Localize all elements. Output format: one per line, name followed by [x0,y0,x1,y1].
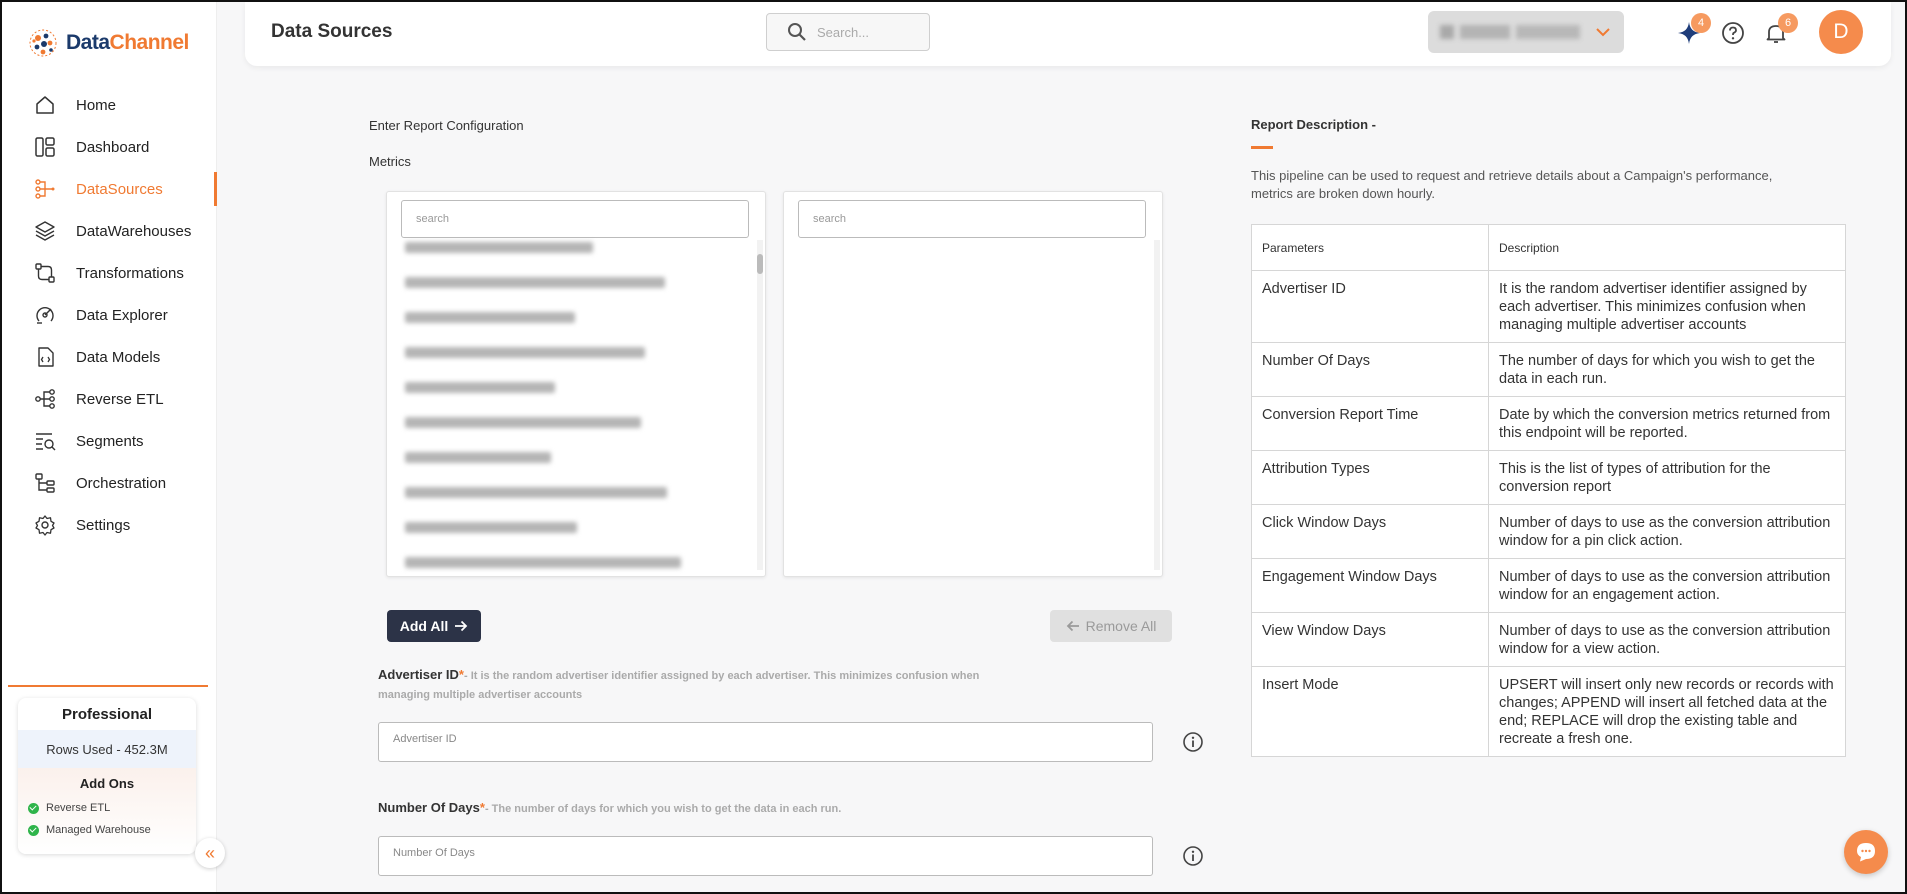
add-all-button[interactable]: Add All [387,610,481,642]
title-underline [1251,146,1273,149]
reverse-etl-icon [34,388,56,410]
home-icon [34,94,56,116]
search-input[interactable]: Search... [766,13,930,51]
available-metrics-list[interactable]: search [386,191,766,577]
logo-icon [29,29,57,57]
sidebar-item-data-models[interactable]: Data Models [2,336,217,378]
avatar[interactable]: D [1819,10,1863,54]
table-row: Number Of Days The number of days for whi… [1251,342,1846,397]
ai-sparkle-button[interactable]: 4 [1676,13,1711,46]
table-row: Click Window Days Number of days to use a… [1251,504,1846,559]
datasources-icon [34,178,56,200]
report-description-text: This pipeline can be used to request and… [1251,168,1773,201]
sidebar-item-dashboard[interactable]: Dashboard [2,126,217,168]
model-icon [34,346,56,368]
collapse-sidebar-button[interactable]: « [195,838,225,868]
check-circle-icon [28,802,39,814]
search-placeholder: Search... [817,24,870,40]
table-header-row: Parameters Description [1251,224,1846,271]
chat-icon [1857,843,1875,862]
chat-support-button[interactable] [1844,830,1888,874]
addon-item: Managed Warehouse [18,819,196,841]
chevron-down-icon [1596,28,1610,37]
sparkle-badge: 4 [1691,13,1711,33]
remove-all-button[interactable]: Remove All [1050,610,1172,642]
available-metrics-search[interactable]: search [401,200,749,238]
metrics-options-redacted [405,240,685,568]
scrollbar-thumb[interactable] [757,254,763,274]
sidebar-item-transformations[interactable]: Transformations [2,252,217,294]
selected-metrics-list[interactable]: search [783,191,1163,577]
scrollbar-track[interactable] [757,240,763,570]
sidebar-item-reverse-etl[interactable]: Reverse ETL [2,378,217,420]
column-header: Description [1488,224,1846,271]
account-select[interactable] [1428,11,1624,53]
advertiser-id-input[interactable]: Advertiser ID [378,722,1153,762]
gear-icon [34,514,56,536]
page-title: Data Sources [271,21,393,42]
check-circle-icon [28,824,39,836]
table-row: View Window Days Number of days to use as… [1251,612,1846,667]
table-row: Engagement Window Days Number of days to … [1251,558,1846,613]
number-of-days-input[interactable]: Number Of Days [378,836,1153,876]
parameters-table: Parameters Description Advertiser ID It i… [1251,224,1846,757]
brand-name: DataChannel [66,31,189,54]
plan-card: Professional Rows Used - 452.3M Add Ons … [18,698,196,854]
number-of-days-label: Number Of Days*- The number of days for … [378,800,842,815]
info-icon[interactable] [1182,731,1204,753]
notification-badge: 6 [1778,13,1798,33]
segments-icon [34,430,56,452]
sidebar: DataChannel Home Dashboard DataSources D… [2,2,217,892]
addons-title: Add Ons [79,776,135,791]
account-name-redacted [1440,25,1580,39]
sidebar-nav: Home Dashboard DataSources DataWarehouse… [2,84,217,546]
scrollbar-track[interactable] [1154,240,1160,570]
sidebar-item-datawarehouses[interactable]: DataWarehouses [2,210,217,252]
sidebar-item-segments[interactable]: Segments [2,420,217,462]
column-header: Parameters [1251,224,1489,271]
explorer-icon [34,304,56,326]
metrics-label: Metrics [369,154,411,169]
brand-logo[interactable]: DataChannel [26,26,189,60]
layers-icon [34,220,56,242]
arrow-left-icon [1066,620,1079,632]
advertiser-id-label: Advertiser ID*- It is the random adverti… [378,667,980,701]
addon-item: Reverse ETL [18,797,196,819]
orchestration-icon [34,472,56,494]
addons-section: Add Ons Reverse ETL Managed Warehouse [18,768,196,854]
help-button[interactable] [1720,20,1746,46]
plan-name: Professional [61,706,153,723]
sidebar-item-data-explorer[interactable]: Data Explorer [2,294,217,336]
sidebar-item-home[interactable]: Home [2,84,217,126]
search-icon [788,23,806,41]
sidebar-item-datasources[interactable]: DataSources [2,168,217,210]
report-description-title: Report Description - [1251,117,1376,132]
sidebar-item-settings[interactable]: Settings [2,504,217,546]
arrow-right-icon [455,620,468,632]
selected-metrics-search[interactable]: search [798,200,1146,238]
notifications-button[interactable]: 6 [1763,13,1798,46]
info-icon[interactable] [1182,845,1204,867]
sidebar-item-orchestration[interactable]: Orchestration [2,462,217,504]
table-row: Insert Mode UPSERT will insert only new r… [1251,666,1846,757]
table-row: Conversion Report Time Date by which the … [1251,396,1846,451]
help-icon [1722,22,1744,44]
double-chevron-left-icon: « [204,842,215,863]
config-heading: Enter Report Configuration [369,118,524,133]
transform-icon [34,262,56,284]
dashboard-icon [34,136,56,158]
top-header: Data Sources Search... 4 6 D [245,2,1891,66]
table-row: Advertiser ID It is the random advertiser… [1251,270,1846,343]
table-row: Attribution Types This is the list of typ… [1251,450,1846,505]
plan-divider [8,685,208,687]
rows-used: Rows Used - 452.3M [18,730,196,768]
